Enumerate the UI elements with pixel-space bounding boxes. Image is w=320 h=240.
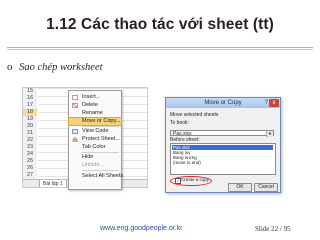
dialog-titlebar: Move or Copy ? x [166, 98, 280, 108]
menu-item-label: Unhide... [82, 162, 105, 168]
title-divider [7, 47, 313, 48]
menu-item-label: View Code [82, 128, 109, 134]
menu-separator [82, 126, 119, 127]
menu-item-delete[interactable]: Delete [69, 102, 121, 109]
menu-item-protect-sheet[interactable]: Protect Sheet... [69, 136, 121, 143]
menu-item-label: Protect Sheet... [82, 136, 120, 142]
menu-item-select-all-sheets[interactable]: Select All Sheets [69, 173, 124, 180]
move-or-copy-dialog: Move or Copy ? x Move selected sheets To… [165, 97, 281, 193]
ok-button[interactable]: OK [228, 183, 252, 192]
menu-item-label: Tab Color [82, 144, 106, 150]
menu-item-move-or-copy[interactable]: Move or Copy... [68, 117, 122, 126]
menu-item-rename[interactable]: Rename [69, 110, 121, 117]
chevron-down-icon: ▼ [266, 131, 273, 137]
title-divider-second [7, 49, 313, 50]
menu-item-unhide[interactable]: Unhide... [69, 162, 121, 169]
slide-title: 1.12 Các thao tác với sheet (tt) [46, 16, 274, 33]
delete-icon [72, 103, 78, 108]
menu-item-label: Select All Sheets [82, 173, 124, 179]
code-icon [72, 129, 78, 134]
slide-number: Slide 22 / 95 [255, 225, 291, 233]
before-sheet-list[interactable]: Pas sklz Bang luy Bang lương (move to en… [170, 143, 276, 175]
menu-separator [82, 152, 119, 153]
cancel-button[interactable]: Cancel [254, 183, 278, 192]
to-book-select[interactable]: Pas.xlsx ▼ [170, 130, 274, 137]
menu-item-label: Move or Copy... [82, 118, 121, 124]
context-menu: Insert... Delete Rename Move or Copy... … [68, 90, 124, 190]
bullet-mark: o [7, 61, 13, 73]
create-copy-label: Create a copy [181, 177, 210, 182]
dialog-title: Move or Copy [204, 100, 242, 106]
menu-item-insert[interactable]: Insert... [69, 94, 121, 101]
menu-item-label: Delete [82, 102, 98, 108]
bullet-text: Sao chép worksheet [19, 62, 103, 73]
close-button[interactable]: x [269, 99, 279, 107]
menu-separator [82, 170, 119, 171]
list-item[interactable]: (move to end) [172, 160, 273, 165]
menu-item-tab-color[interactable]: Tab Color [69, 144, 121, 151]
bullet-item: o Sao chép worksheet [7, 61, 103, 73]
to-book-label: To book: [170, 120, 189, 126]
menu-item-label: Rename [82, 110, 103, 116]
move-selected-label: Move selected sheets [170, 112, 219, 118]
menu-item-hide[interactable]: Hide [69, 154, 121, 161]
menu-item-label: Insert... [82, 94, 101, 100]
lock-icon [72, 137, 78, 142]
help-icon[interactable]: ? [265, 98, 268, 108]
sheet-tab[interactable]: Bài tập 1 [39, 180, 67, 187]
footer-url[interactable]: www.eng.goodpeople.or.kr [100, 225, 183, 232]
menu-item-label: Hide [82, 154, 94, 160]
menu-item-view-code[interactable]: View Code [69, 128, 121, 135]
insert-icon [72, 95, 78, 100]
